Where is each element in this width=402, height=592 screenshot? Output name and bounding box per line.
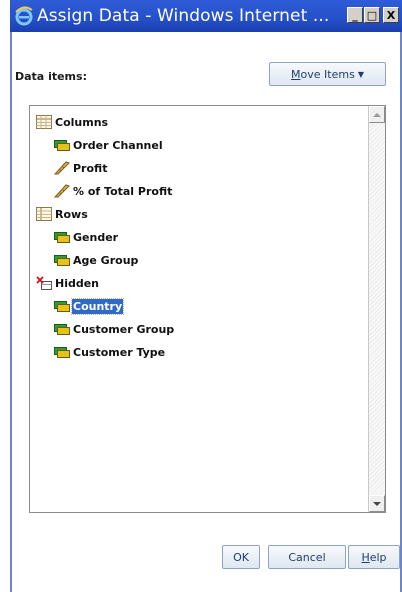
tree-group-label: Rows [55,207,88,221]
data-items-label: Data items: [15,70,87,83]
move-items-label: ove Items [300,67,355,81]
window-title: Assign Data - Windows Internet ... [37,6,330,26]
tree-item-customer-type[interactable]: Customer Type [54,343,166,361]
tree-item-label: Customer Type [73,345,166,359]
arrow-up-icon [373,112,381,117]
category-icon [54,230,70,244]
help-button[interactable]: Help [348,545,400,569]
tree-group-label: Hidden [55,276,100,290]
close-button[interactable]: X [383,7,399,23]
dialog-body: Data items: Move Items ▼ Columns Order C… [10,32,402,592]
tree-group-columns[interactable]: Columns [36,113,109,131]
measure-icon [53,161,70,175]
move-items-accel: M [291,67,301,81]
cancel-button[interactable]: Cancel [268,545,346,569]
tree-group-label: Columns [55,115,109,129]
scroll-down-button[interactable] [369,495,385,512]
tree-item-profit[interactable]: Profit [53,159,108,177]
minimize-button[interactable]: _ [347,7,363,23]
tree-item-label: Customer Group [73,322,175,336]
ok-button[interactable]: OK [222,545,260,569]
tree-item-order-channel[interactable]: Order Channel [54,136,164,154]
help-label: elp [369,550,387,564]
dialog-window: Assign Data - Windows Internet ... _ □ X… [10,0,402,592]
category-icon [54,322,70,336]
cancel-label: Cancel [288,550,326,564]
vertical-scrollbar[interactable] [368,106,385,512]
tree-item-label: Age Group [73,253,139,267]
help-accel: H [361,550,370,564]
tree-item-label: Profit [73,161,108,175]
move-items-button[interactable]: Move Items ▼ [269,62,386,86]
scroll-up-button[interactable] [369,106,385,123]
minimize-icon: _ [352,8,358,22]
hidden-icon [36,276,52,290]
tree-item-percent-total-profit[interactable]: % of Total Profit [53,182,173,200]
internet-explorer-icon [14,6,34,26]
table-icon [36,115,52,129]
tree-item-label: % of Total Profit [73,184,173,198]
tree-item-label: Order Channel [73,138,163,152]
tree-item-gender[interactable]: Gender [54,228,119,246]
maximize-button[interactable]: □ [364,7,380,23]
category-icon [54,138,70,152]
tree-item-customer-group[interactable]: Customer Group [54,320,175,338]
close-icon: X [386,8,396,22]
window-controls: _ □ X [347,7,399,23]
category-icon [54,299,70,313]
category-icon [54,345,70,359]
data-items-tree[interactable]: Columns Order Channel Profit % of Total … [29,105,386,513]
category-icon [54,253,70,267]
tree-group-rows[interactable]: Rows [36,205,89,223]
maximize-icon: □ [366,8,378,22]
tree-item-age-group[interactable]: Age Group [54,251,139,269]
measure-icon [53,184,70,198]
table-icon [36,207,52,221]
tree-item-label: Gender [73,230,119,244]
title-bar[interactable]: Assign Data - Windows Internet ... _ □ X [10,0,402,32]
tree-item-country[interactable]: Country [54,297,125,315]
tree-group-hidden[interactable]: Hidden [36,274,100,292]
arrow-down-icon [373,501,381,506]
tree-item-label: Country [70,297,125,315]
ok-label: OK [233,550,249,564]
chevron-down-icon: ▼ [357,69,364,79]
